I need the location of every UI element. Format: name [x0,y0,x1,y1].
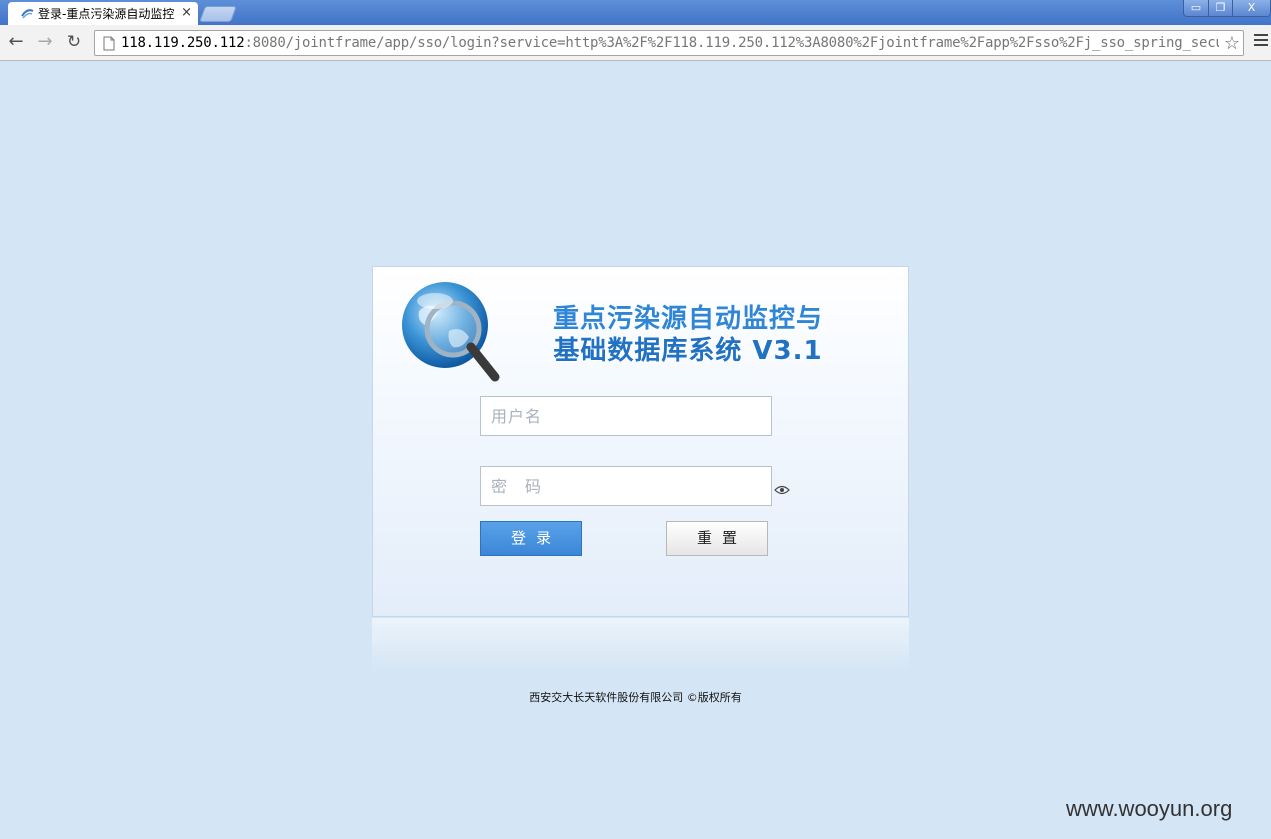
site-favicon-icon [21,8,34,18]
login-panel: 重点污染源自动监控与 基础数据库系统 V3.1 登录 重置 [372,266,909,617]
browser-menu-icon[interactable] [1254,34,1268,52]
back-arrow-icon[interactable]: ← [6,32,26,52]
url-path: :8080/jointframe/app/sso/login?service=h… [244,35,1219,51]
new-tab-button[interactable] [199,6,237,22]
url-text[interactable]: 118.119.250.112:8080/jointframe/app/sso/… [121,35,1219,51]
system-title-line-1: 重点污染源自动监控与 [552,304,823,334]
tab-close-icon[interactable]: × [181,5,192,20]
panel-reflection [372,618,909,673]
copyright-text: 西安交大长天软件股份有限公司 ©版权所有 [529,691,742,704]
page-icon [103,36,115,50]
globe-magnifier-logo-icon [402,282,500,382]
url-host: 118.119.250.112 [121,35,245,51]
login-button[interactable]: 登录 [480,521,582,556]
username-input[interactable] [480,396,772,436]
window-minimize-button[interactable]: ▭ [1183,0,1209,17]
window-maximize-button[interactable]: ❐ [1208,0,1233,17]
watermark-text: www.wooyun.org [1066,796,1233,821]
system-title-line-2: 基础数据库系统 V3.1 [553,336,823,366]
address-bar[interactable]: 118.119.250.112:8080/jointframe/app/sso/… [94,30,1244,56]
bookmark-star-icon[interactable]: ☆ [1224,33,1240,54]
browser-tab[interactable]: 登录-重点污染源自动监控 × [8,2,198,25]
browser-titlebar: 登录-重点污染源自动监控 × ▭ ❐ X [0,0,1271,25]
browser-toolbar: ← → ↻ 118.119.250.112:8080/jointframe/ap… [0,25,1271,61]
show-password-eye-icon[interactable] [774,485,790,495]
reset-button[interactable]: 重置 [666,521,768,556]
window-close-button[interactable]: X [1232,0,1271,17]
password-input[interactable] [480,466,772,506]
page-body: 重点污染源自动监控与 基础数据库系统 V3.1 登录 重置 西安交大长天软件股份… [0,61,1271,839]
reload-icon[interactable]: ↻ [64,32,84,52]
system-title: 重点污染源自动监控与 基础数据库系统 V3.1 [523,303,853,367]
tab-title: 登录-重点污染源自动监控 [38,7,175,21]
forward-arrow-icon[interactable]: → [35,32,55,52]
